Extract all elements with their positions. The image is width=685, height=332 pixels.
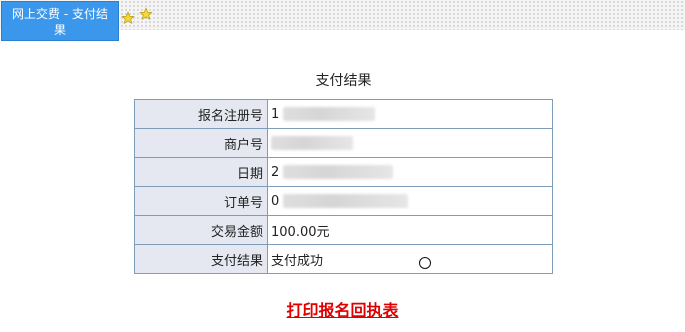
date-value: 2 [271, 164, 280, 180]
print-receipt-link[interactable]: 打印报名回执表 [286, 301, 398, 320]
tab-label: 网上交费 - 支付结果 [12, 7, 108, 37]
row-label: 交易金额 [134, 215, 268, 245]
cursor-icon [419, 257, 431, 269]
redacted-value [283, 194, 409, 208]
redacted-value [283, 107, 376, 121]
table-row: 报名注册号 1 [134, 99, 553, 129]
row-label: 支付结果 [134, 244, 268, 274]
row-label: 商户号 [134, 128, 268, 158]
star-icon [139, 7, 153, 21]
table-row: 支付结果 支付成功 [134, 244, 553, 274]
star-icon [121, 11, 135, 25]
table-row: 交易金额 100.00元 [134, 215, 553, 245]
payment-result-table: 报名注册号 1 商户号 日期 2 订单号 0 交易金额 100.00元 支付结果… [134, 99, 553, 274]
table-row: 商户号 [134, 128, 553, 158]
payment-status-value: 支付成功 [267, 244, 553, 274]
row-value [267, 128, 553, 158]
print-link-container: 打印报名回执表 [0, 297, 685, 321]
table-row: 日期 2 [134, 157, 553, 187]
row-value: 1 [267, 99, 553, 129]
order-number: 0 [271, 193, 280, 209]
row-value: 0 [267, 186, 553, 216]
page-title: 支付结果 [315, 73, 372, 89]
tab-payment-result[interactable]: 网上交费 - 支付结果 [1, 1, 119, 41]
row-label: 报名注册号 [134, 99, 268, 129]
redacted-value [271, 136, 353, 150]
registration-number: 1 [271, 106, 280, 122]
row-label: 订单号 [134, 186, 268, 216]
table-row: 订单号 0 [134, 186, 553, 216]
amount-value: 100.00元 [267, 215, 553, 245]
row-label: 日期 [134, 157, 268, 187]
row-value: 2 [267, 157, 553, 187]
redacted-value [283, 165, 394, 179]
